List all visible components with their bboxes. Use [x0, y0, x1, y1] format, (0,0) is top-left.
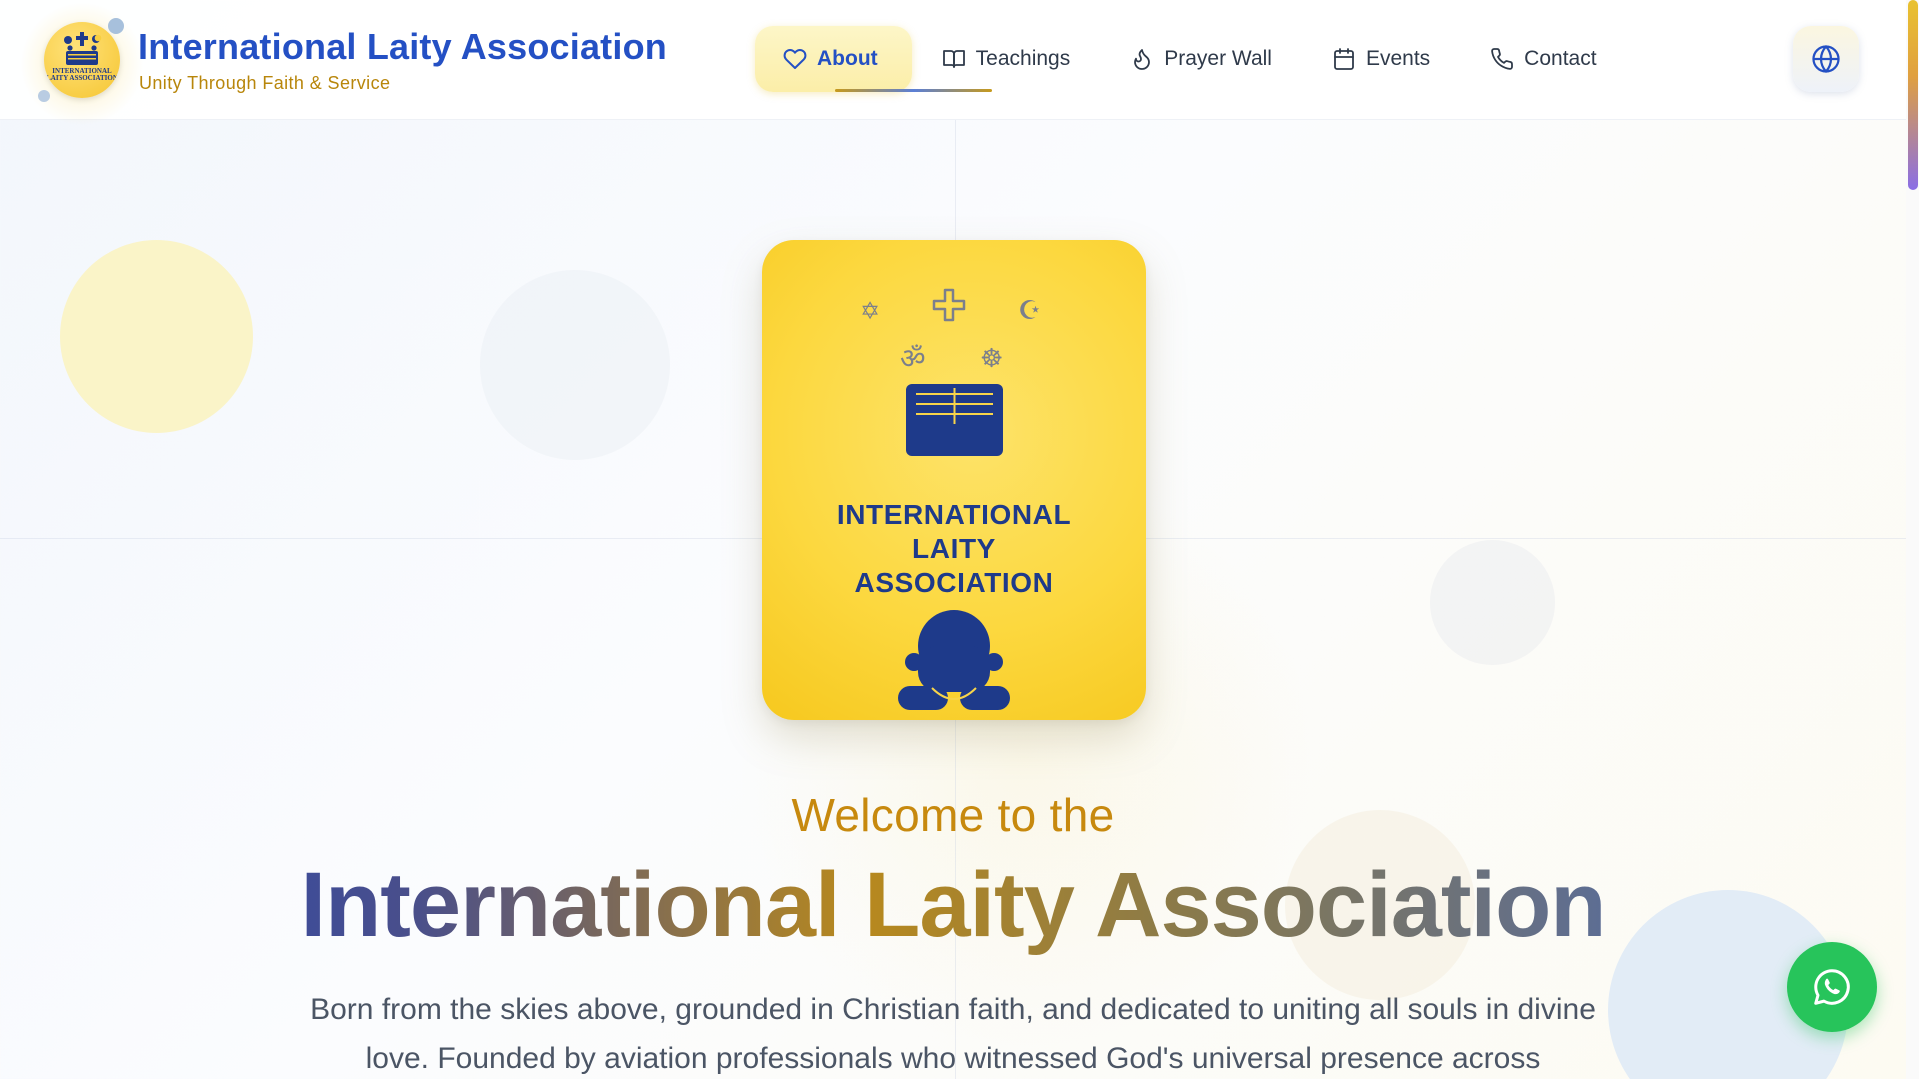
- site-logo[interactable]: INTERNATIONAL LAITY ASSOCIATION: [20, 2, 144, 126]
- praying-figure-icon: [898, 610, 1010, 710]
- site-header: INTERNATIONAL LAITY ASSOCIATION Internat…: [0, 0, 1906, 126]
- nav-item-prayer-wall[interactable]: Prayer Wall: [1100, 26, 1302, 92]
- card-title-line: LAITY: [912, 533, 996, 564]
- welcome-heading: Welcome to the: [791, 789, 1115, 841]
- whatsapp-button[interactable]: [1787, 942, 1877, 1032]
- book-icon: [942, 50, 965, 68]
- cross-icon: [932, 288, 966, 322]
- nav-item-about[interactable]: About: [755, 26, 912, 92]
- logo-accent-dot: [108, 18, 124, 34]
- scrollbar-thumb[interactable]: [1908, 0, 1918, 190]
- nav-label: Events: [1365, 47, 1431, 70]
- logo-accent-dot: [38, 90, 50, 102]
- active-nav-underline: [835, 89, 992, 92]
- brand-title[interactable]: International Laity Association: [138, 26, 667, 68]
- calendar-icon: [1334, 48, 1354, 70]
- background-circle: [1430, 540, 1555, 665]
- star-of-david-icon: ✡: [860, 297, 881, 325]
- language-button[interactable]: [1793, 26, 1859, 92]
- nav-label: About: [817, 47, 878, 70]
- globe-icon: [1812, 45, 1840, 73]
- crescent-star-icon: ☪: [1018, 296, 1042, 326]
- background-circle: [480, 270, 670, 460]
- hero-title: International Laity Association: [0, 850, 1906, 960]
- nav-label: Teachings: [975, 47, 1071, 70]
- nav-label: Contact: [1524, 47, 1597, 70]
- whatsapp-icon: [1814, 969, 1850, 1005]
- logo-emblem: INTERNATIONAL LAITY ASSOCIATION: [44, 22, 120, 98]
- decorative-yellow-circle: [60, 240, 253, 433]
- om-icon: ॐ: [900, 342, 926, 375]
- card-title-line: INTERNATIONAL: [836, 499, 1072, 530]
- brand-tagline: Unity Through Faith & Service: [139, 73, 391, 93]
- logo-caption: INTERNATIONAL LAITY ASSOCIATION: [46, 67, 118, 82]
- logo-symbols-icon: [64, 32, 102, 65]
- nav-item-contact[interactable]: Contact: [1460, 26, 1626, 92]
- nav-label: Prayer Wall: [1164, 47, 1272, 70]
- phone-icon: [1491, 48, 1514, 70]
- nav-item-teachings[interactable]: Teachings: [912, 26, 1101, 92]
- card-title: INTERNATIONAL LAITY ASSOCIATION: [762, 498, 1146, 600]
- dharma-wheel-icon: ☸: [980, 344, 1004, 374]
- hero-description: Born from the skies above, grounded in C…: [310, 993, 1596, 1075]
- hero-logo-card: ✡ ☪ ॐ ☸ INTERNATIONAL LAITY ASSOCIATION: [762, 240, 1146, 720]
- card-title-line: ASSOCIATION: [854, 567, 1054, 598]
- open-book-icon: [906, 384, 1003, 456]
- flame-icon: [1134, 49, 1151, 70]
- nav-item-events[interactable]: Events: [1302, 26, 1460, 92]
- scrollbar[interactable]: [1906, 0, 1919, 1079]
- heart-icon: [783, 49, 807, 69]
- main-nav: About Teachings Prayer Wall Events Conta…: [755, 26, 1627, 92]
